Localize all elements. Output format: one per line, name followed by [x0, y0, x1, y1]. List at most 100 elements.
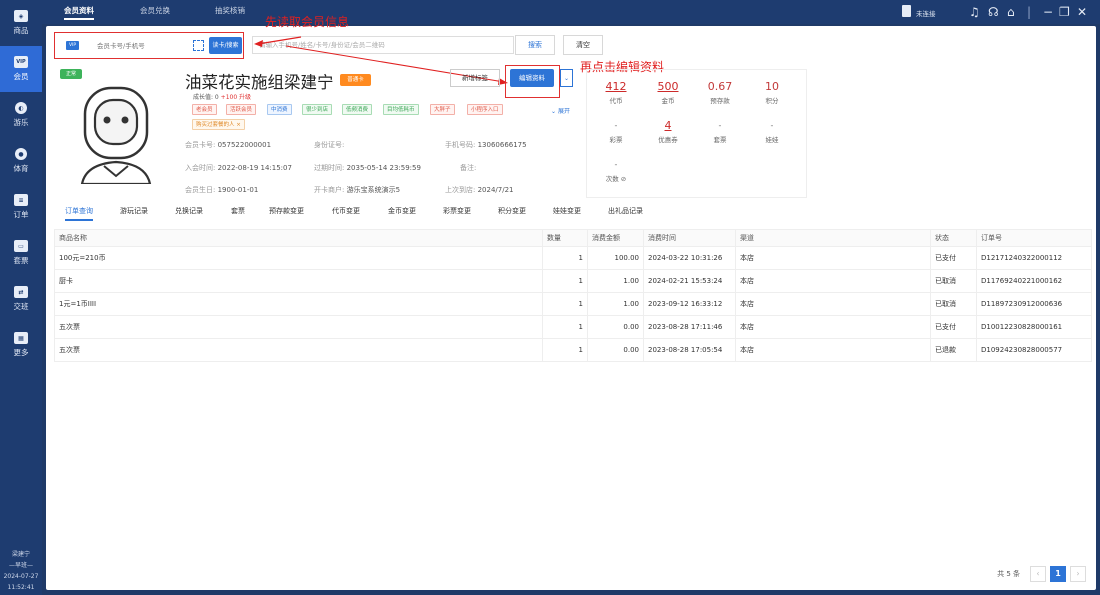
vip-icon: VIP	[66, 41, 79, 50]
cell-amount: 0.00	[588, 316, 644, 338]
close-icon[interactable]: ✕	[1077, 5, 1087, 19]
sidebar-item-label: 商品	[13, 26, 29, 35]
tab-member-exchange[interactable]: 会员兑换	[140, 4, 170, 20]
table-row[interactable]: 五次票 1 0.00 2023-08-28 17:05:54 本店 已退款 D1…	[54, 339, 1092, 362]
cell-product: 厨卡	[55, 270, 543, 292]
birthday: 会员生日: 1900-01-01	[185, 186, 259, 194]
ticket-icon: ▭	[14, 240, 28, 252]
bell-icon[interactable]: ♫	[969, 5, 980, 19]
stat-gold[interactable]: 500 金币	[641, 80, 695, 105]
tag-chip[interactable]: 很少到店	[302, 104, 333, 115]
cell-time: 2024-02-21 15:53:24	[644, 270, 736, 292]
minimize-icon[interactable]: −	[1043, 5, 1053, 19]
phone-number: 手机号码: 13060666175	[445, 141, 527, 149]
clear-button[interactable]: 清空	[563, 35, 603, 55]
tab-order-query[interactable]: 订单查询	[65, 206, 93, 221]
tab-doll-change[interactable]: 娃娃变更	[553, 206, 581, 216]
header-order-no: 订单号	[981, 234, 1002, 242]
read-card-button[interactable]: 读卡/搜索	[209, 37, 242, 54]
tag-chip[interactable]: 小程序入口	[467, 104, 503, 115]
expand-tags-link[interactable]: ⌄ 展开	[551, 106, 570, 115]
add-tag-button[interactable]: 新增标签	[450, 69, 500, 87]
cell-status: 已取消	[931, 293, 977, 315]
tag-chip[interactable]: 活跃会员	[226, 104, 257, 115]
tag-chip[interactable]: 大胖子	[430, 104, 455, 115]
prev-page-button[interactable]: ‹	[1030, 566, 1046, 582]
join-time: 入会时间: 2022-08-19 14:15:07	[185, 164, 292, 172]
cell-amount: 0.00	[588, 339, 644, 361]
table-row[interactable]: 1元=1币IIII 1 1.00 2023-09-12 16:33:12 本店 …	[54, 293, 1092, 316]
user-name: 梁建宁	[11, 551, 30, 558]
stat-times[interactable]: - 次数 ⊘	[589, 158, 643, 183]
sidebar-item-shop[interactable]: ◈ 商品	[0, 0, 42, 46]
stat-deposit[interactable]: 0.67 预存款	[693, 80, 747, 105]
total-count: 共 5 条	[997, 570, 1020, 578]
cell-qty: 1	[543, 247, 588, 269]
member-stats-panel: 412 代币 500 金币 0.67 预存款 10 积分 - 彩票 4 优惠券 - 套票 -娃…	[586, 69, 807, 198]
scan-icon[interactable]	[193, 40, 204, 51]
tab-lottery-verify[interactable]: 抽奖核销	[215, 4, 245, 20]
avatar	[80, 86, 152, 184]
tab-points-change[interactable]: 积分变更	[498, 206, 526, 216]
sidebar-item-label: 订单	[13, 210, 29, 219]
stat-coupon[interactable]: 4 优惠券	[641, 119, 695, 144]
tag-chip[interactable]: 低频消费	[342, 104, 373, 115]
tab-exchange-record[interactable]: 兑换记录	[175, 206, 203, 216]
tab-package[interactable]: 套票	[231, 206, 245, 216]
cell-qty: 1	[543, 316, 588, 338]
card-search-input[interactable]	[97, 38, 187, 54]
vip-icon: VIP	[14, 56, 28, 68]
stat-points[interactable]: 10 积分	[745, 80, 799, 105]
growth-value: 成长值: 0 +100 升级	[193, 94, 252, 101]
tag-chip[interactable]: 购买过套餐的人 ×	[192, 119, 245, 130]
search-button[interactable]: 搜索	[515, 35, 555, 55]
cell-time: 2023-08-28 17:05:54	[644, 339, 736, 361]
tag-chip[interactable]: 中消费	[267, 104, 292, 115]
tab-gold-change[interactable]: 金币变更	[388, 206, 416, 216]
cell-order-no: D12171240322000112	[981, 254, 1063, 262]
sidebar-item-ticket[interactable]: ▭ 套票	[0, 230, 42, 276]
edit-profile-button[interactable]: 编辑资料	[510, 69, 554, 87]
order-icon: ≡	[14, 194, 28, 206]
tab-play-record[interactable]: 游玩记录	[120, 206, 148, 216]
cell-qty: 1	[543, 293, 588, 315]
stat-package[interactable]: - 套票	[693, 119, 747, 144]
sidebar-item-label: 会员	[13, 72, 29, 81]
tab-deposit-change[interactable]: 预存款变更	[269, 206, 304, 216]
sidebar-item-shift[interactable]: ⇄ 交班	[0, 276, 42, 322]
card-type-badge: 普通卡	[340, 74, 371, 86]
more-icon: ▦	[14, 332, 28, 344]
sidebar-item-sport[interactable]: ● 体育	[0, 138, 42, 184]
sidebar-footer: 梁建宁 —早班— 2024-07-27 11:52:41	[0, 549, 42, 593]
query-input[interactable]: 请输入手机号/姓名/卡号/身份证/会员二维码	[252, 36, 514, 54]
stat-lottery[interactable]: - 彩票	[589, 119, 643, 144]
table-row[interactable]: 五次票 1 0.00 2023-08-28 17:11:46 本店 已支付 D1…	[54, 316, 1092, 339]
cell-channel: 本店	[736, 270, 931, 292]
cell-channel: 本店	[736, 339, 931, 361]
chevron-down-icon[interactable]: ⌄	[560, 69, 573, 87]
tab-member-info[interactable]: 会员资料	[64, 4, 94, 20]
table-row[interactable]: 100元=210币 1 100.00 2024-03-22 10:31:26 本…	[54, 247, 1092, 270]
page-button[interactable]: 1	[1050, 566, 1066, 582]
sidebar-item-member[interactable]: VIP 会员	[0, 46, 42, 92]
cell-order-no: D11769240221000162	[981, 277, 1063, 285]
sidebar-item-label: 体育	[13, 164, 29, 173]
tab-lottery-change[interactable]: 彩票变更	[443, 206, 471, 216]
cell-product: 五次票	[55, 339, 543, 361]
sidebar-item-order[interactable]: ≡ 订单	[0, 184, 42, 230]
tab-gift-record[interactable]: 出礼品记录	[608, 206, 643, 216]
table-row[interactable]: 厨卡 1 1.00 2024-02-21 15:53:24 本店 已取消 D11…	[54, 270, 1092, 293]
headset-icon[interactable]: ☊	[988, 5, 999, 19]
next-page-button[interactable]: ›	[1070, 566, 1086, 582]
stat-token[interactable]: 412 代币	[589, 80, 643, 105]
sidebar-item-game[interactable]: ◐ 游乐	[0, 92, 42, 138]
tab-token-change[interactable]: 代币变更	[332, 206, 360, 216]
stat-doll[interactable]: - 娃娃	[745, 119, 799, 144]
header-channel: 渠道	[736, 230, 931, 246]
sidebar-item-more[interactable]: ▦ 更多	[0, 322, 42, 368]
cell-status: 已退款	[931, 339, 977, 361]
maximize-icon[interactable]: ❐	[1059, 5, 1070, 19]
lock-icon[interactable]: ⌂	[1007, 5, 1015, 19]
tag-chip[interactable]: 目均低耗币	[383, 104, 419, 115]
tag-chip[interactable]: 老会员	[192, 104, 217, 115]
